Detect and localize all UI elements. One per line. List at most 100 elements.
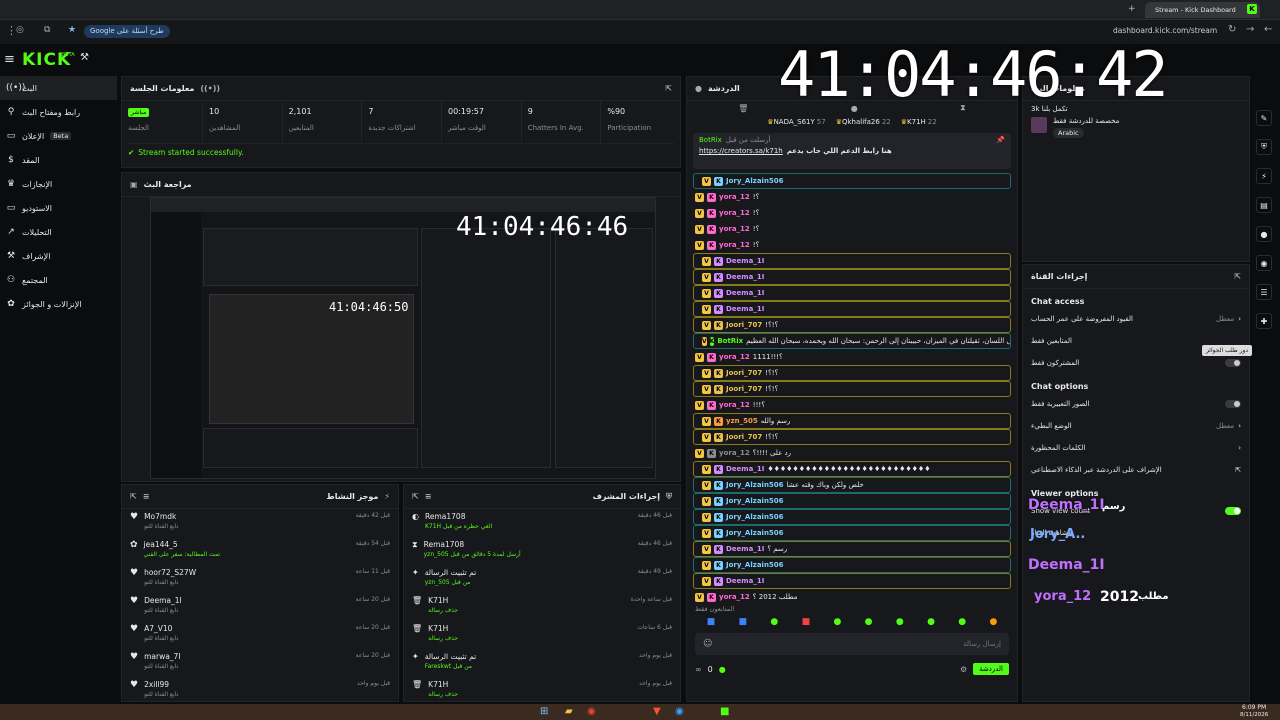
setting-row[interactable]: الصور التعبيرية فقط <box>1023 393 1249 415</box>
activity-row[interactable]: ✿ jea144_5 تمت المطالبة: سفر على الفني قبل … <box>122 537 398 565</box>
leader-1[interactable]: ♛Qkhalifa26 22 <box>836 118 891 126</box>
chat-username[interactable]: yora_12 <box>719 241 750 249</box>
emote-icon[interactable]: ● <box>989 617 997 627</box>
emote-icon[interactable]: ● <box>770 617 778 627</box>
shield-icon[interactable]: ⛨ <box>1256 139 1272 155</box>
chat-username[interactable]: yora_12 <box>719 593 750 601</box>
chat-username[interactable]: Joori_707 <box>726 321 762 329</box>
pin-link[interactable]: https://creators.sa/k71h <box>699 147 783 155</box>
pinned-message[interactable]: BotRix أرسلت من قبل 📌 https://creators.s… <box>693 133 1011 169</box>
doc-icon[interactable]: ▤ <box>1256 197 1272 213</box>
pencil-icon[interactable]: ✎ <box>1256 110 1272 126</box>
chat-message[interactable]: V K Deema_1I <box>693 285 1011 301</box>
chat-username[interactable]: Joori_707 <box>726 433 762 441</box>
chat-message[interactable]: V K Jory_Alzain506 <box>693 509 1011 525</box>
sidebar-item-4[interactable]: ♛ الإنجازات <box>0 172 117 196</box>
url-text[interactable]: dashboard.kick.com/stream <box>1113 26 1217 35</box>
chat-message[interactable]: V Kyora_12 !؟ <box>687 205 1017 221</box>
chat-message[interactable]: V Kyora_12 !؟ <box>687 221 1017 237</box>
chat-message[interactable]: V K Joori_707 !؟!؟ <box>693 381 1011 397</box>
popout-icon[interactable]: ⇱ <box>130 492 137 501</box>
back-icon[interactable]: ← <box>1264 24 1272 35</box>
chat-message[interactable]: V K Joori_707 !؟!؟ <box>693 365 1011 381</box>
chat-username[interactable]: yora_12 <box>719 449 750 457</box>
sidebar-item-8[interactable]: ⚇ المجتمع <box>0 268 117 292</box>
emote-icon[interactable]: ● <box>833 617 841 627</box>
chat-message[interactable]: V Kyora_12 !!!؟ <box>687 397 1017 413</box>
chat-message[interactable]: V K Jory_Alzain506 خلص ولكن وباك وقته عشا <box>693 477 1011 493</box>
star-icon[interactable]: ★ <box>68 25 76 35</box>
chat-username[interactable]: yora_12 <box>719 353 750 361</box>
chat-message[interactable]: V K Jory_Alzain506 <box>693 493 1011 509</box>
extensions-icon[interactable]: ⧉ <box>44 25 50 35</box>
emote-icon[interactable]: ● <box>927 617 935 627</box>
chat-message[interactable]: V K Deema_1I <box>693 269 1011 285</box>
chat-username[interactable]: Jory_Alzain506 <box>726 497 784 505</box>
mod-row[interactable]: ⧗ Rema1708 yzn_505 أرسل لمدة 5 دقائق من قب… <box>404 537 680 565</box>
chrome-icon[interactable]: ◉ <box>587 706 596 717</box>
windows-start-icon[interactable]: ⊞ <box>540 706 548 717</box>
chat-message[interactable]: V K Deema_1I <box>693 301 1011 317</box>
mod-row[interactable]: 🗑 K71H حذف رسالة قبل ساعة واحدة <box>404 593 680 621</box>
chat-message[interactable]: V K Deema_1I رسم ؟ <box>693 541 1011 557</box>
mod-row[interactable]: ◐ Rema1708 K71H الغي حظره من قبل قبل 46 دقي… <box>404 509 680 537</box>
emote-icon[interactable]: ● <box>958 617 966 627</box>
sidebar-item-5[interactable]: ▭ الاستوديو <box>0 196 117 220</box>
chat-username[interactable]: Deema_1I <box>726 545 764 553</box>
wrench-icon[interactable]: ✚ <box>1256 313 1272 329</box>
setting-row[interactable]: الإشراف على الدردشة عبر الذكاء الاصطناعي… <box>1023 459 1249 481</box>
kick-app-icon[interactable]: ■ <box>720 706 729 717</box>
mod-row[interactable]: ✦ تم تثبيت الرسالة Fareskwt من قبل قبل يوم … <box>404 649 680 677</box>
brave-icon[interactable]: ▼ <box>653 706 661 717</box>
folder-icon[interactable]: ▰ <box>565 706 573 717</box>
chat-username[interactable]: Deema_1I <box>726 273 764 281</box>
hammer-icon[interactable]: ⚒ <box>80 52 89 63</box>
chat-icon[interactable]: ● <box>1256 226 1272 242</box>
chat-input[interactable]: ☺ إرسال رسالة <box>695 633 1009 655</box>
toggle-switch[interactable] <box>1225 359 1241 367</box>
browser-tab[interactable]: Stream - Kick Dashboard <box>1145 2 1260 18</box>
emoji-icon[interactable]: ☺ <box>703 639 712 649</box>
chat-username[interactable]: yora_12 <box>719 193 750 201</box>
chat-message[interactable]: V Kyzn_505 رسم والله <box>693 413 1011 429</box>
live-icon[interactable]: ◉ <box>1256 255 1272 271</box>
chat-username[interactable]: Jory_Alzain506 <box>726 529 784 537</box>
emote-icon[interactable]: ■ <box>707 617 716 627</box>
emote-icon[interactable]: ■ <box>802 617 811 627</box>
reload-icon[interactable]: ↻ <box>1228 24 1236 35</box>
popout-icon[interactable]: ⇱ <box>412 492 419 501</box>
chat-message[interactable]: VKBotRixكلمتان خفيفتان على اللسان، ثقيلت… <box>693 333 1011 349</box>
chat-username[interactable]: Deema_1I <box>726 465 764 473</box>
chat-username[interactable]: Jory_Alzain506 <box>726 561 784 569</box>
chat-message[interactable]: V Kyora_12 1111!!!؟ <box>687 349 1017 365</box>
toggle-switch[interactable] <box>1225 400 1241 408</box>
chat-username[interactable]: Jory_Alzain506 <box>726 481 784 489</box>
send-button[interactable]: الدردشة <box>973 663 1009 675</box>
chat-username[interactable]: Deema_1I <box>726 577 764 585</box>
sidebar-item-1[interactable]: ⚲ رابط ومفتاح البث <box>0 100 117 124</box>
chat-username[interactable]: Deema_1I <box>726 257 764 265</box>
forward-icon[interactable]: → <box>1246 24 1254 35</box>
chat-message[interactable]: V K Jory_Alzain506 <box>693 173 1011 189</box>
sidebar-item-9[interactable]: ✿ الإنزالات و الجوائز <box>0 292 117 316</box>
setting-row[interactable]: الوضع البطيء معطل › <box>1023 415 1249 437</box>
sidebar-item-2[interactable]: ▭ الإعلان Beta <box>0 124 117 148</box>
sidebar-item-0[interactable]: ((•)) البث <box>0 76 117 100</box>
chat-message[interactable]: V Kyora_12 !؟ <box>687 189 1017 205</box>
chat-username[interactable]: yora_12 <box>719 401 750 409</box>
profile-icon[interactable]: ◎ <box>16 25 24 35</box>
google-ask-chip[interactable]: Google طرح أسئلة على <box>84 25 170 38</box>
chat-username[interactable]: Joori_707 <box>726 369 762 377</box>
stream-preview[interactable]: 41:04:46:50 41:04:46:46 <box>150 197 656 479</box>
emote-icon[interactable]: ■ <box>739 617 748 627</box>
chat-message[interactable]: V K Deema_1I <box>693 253 1011 269</box>
activity-row[interactable]: ♥ marwa_7I تابع القناة للتو قبل 20 ساعة <box>122 649 398 677</box>
pin-icon[interactable]: 📌 <box>996 136 1005 144</box>
activity-row[interactable]: ♥ 2xill99 تابع القناة للتو قبل يوم واحد <box>122 677 398 705</box>
leader-0[interactable]: ♛NADA_S61Y 57 <box>767 118 825 126</box>
chat-username[interactable]: Deema_1I <box>726 305 764 313</box>
mod-row[interactable]: 🗑 K71H حذف رسالة قبل يوم واحد <box>404 677 680 705</box>
activity-row[interactable]: ♥ Deema_1I تابع القناة للتو قبل 20 ساعة <box>122 593 398 621</box>
chat-username[interactable]: Joori_707 <box>726 385 762 393</box>
popout-icon[interactable]: ⇱ <box>1234 272 1241 281</box>
